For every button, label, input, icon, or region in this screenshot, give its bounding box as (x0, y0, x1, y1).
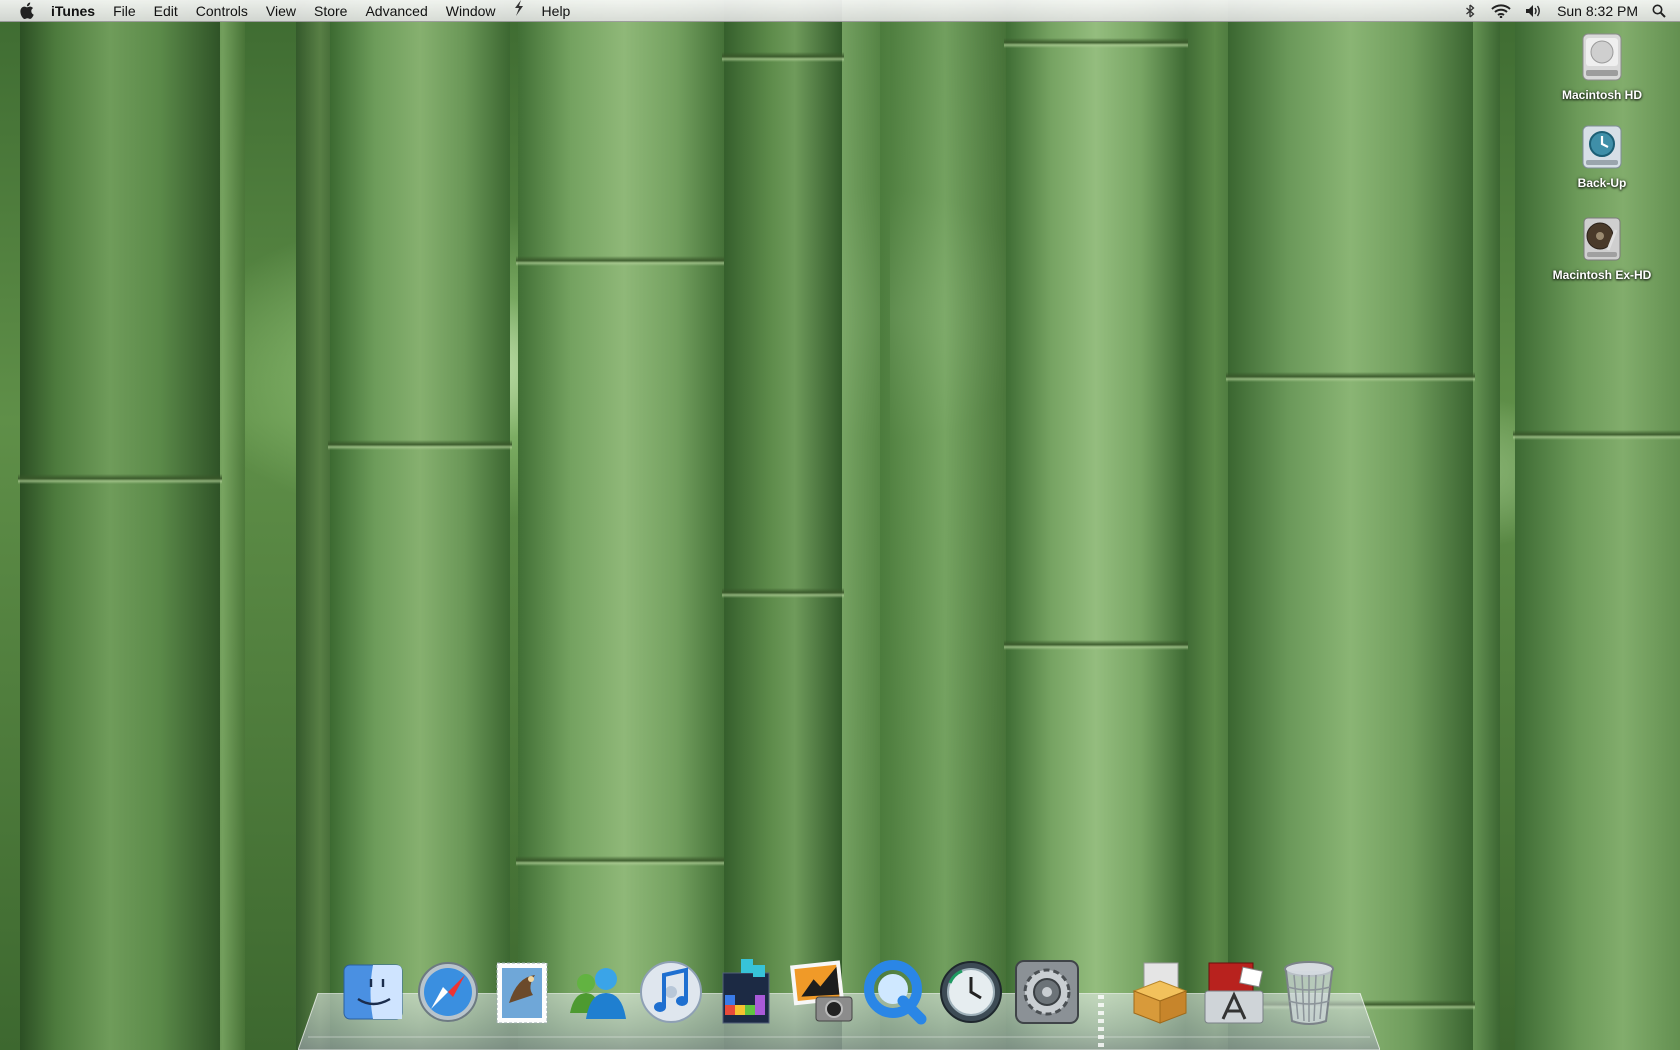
dock-item-trash[interactable] (1274, 955, 1344, 1027)
dock-item-packages-stack[interactable] (1124, 955, 1194, 1027)
menu-advanced[interactable]: Advanced (356, 0, 436, 22)
desktop-icon-label: Back-Up (1577, 176, 1627, 190)
dock-item-system-preferences[interactable] (1012, 955, 1082, 1027)
desktop-icon-label: Macintosh Ex-HD (1552, 268, 1652, 282)
menu-help[interactable]: Help (533, 0, 580, 22)
time-machine-drive-icon (1582, 125, 1622, 169)
iphoto-icon (790, 960, 853, 1022)
spotlight-search-icon[interactable] (1652, 4, 1666, 18)
packages-stack-icon (1132, 962, 1188, 1024)
bluetooth-status-icon[interactable] (1463, 4, 1477, 18)
menubar-clock[interactable]: Sun 8:32 PM (1557, 3, 1638, 19)
dock-item-tetris[interactable] (711, 955, 781, 1027)
dock-separator (1098, 995, 1104, 1047)
dock-item-messenger[interactable] (562, 955, 632, 1027)
hard-drive-icon (1582, 33, 1622, 81)
time-machine-icon (940, 961, 1002, 1023)
menu-file[interactable]: File (104, 0, 145, 22)
menu-controls[interactable]: Controls (187, 0, 257, 22)
tetris-icon (722, 959, 770, 1024)
dock-item-safari[interactable] (413, 955, 483, 1027)
menu-scripts[interactable] (505, 0, 533, 22)
dock-item-mail[interactable] (487, 955, 557, 1027)
dock-item-finder[interactable] (338, 955, 408, 1027)
dock-item-time-machine[interactable] (936, 955, 1006, 1027)
messenger-icon (570, 968, 626, 1019)
menu-bar: iTunes File Edit Controls View Store Adv… (0, 0, 1680, 22)
desktop-wallpaper (0, 0, 1680, 1050)
menu-edit[interactable]: Edit (145, 0, 187, 22)
wifi-status-icon[interactable] (1491, 3, 1511, 18)
dock-item-quicktime[interactable] (861, 955, 931, 1027)
volume-icon[interactable] (1525, 4, 1543, 18)
dock-item-itunes[interactable] (636, 955, 706, 1027)
menu-store[interactable]: Store (305, 0, 356, 22)
desktop-icon-macintosh-ex-hd[interactable]: Macintosh Ex-HD (1542, 214, 1662, 282)
finder-icon (343, 964, 403, 1020)
applications-stack-icon (1204, 962, 1264, 1024)
desktop-icon-back-up[interactable]: Back-Up (1542, 122, 1662, 190)
menu-window[interactable]: Window (437, 0, 505, 22)
safari-icon (418, 962, 478, 1022)
menu-app-itunes[interactable]: iTunes (42, 0, 104, 22)
dock-item-iphoto[interactable] (786, 955, 856, 1027)
trash-icon (1284, 961, 1334, 1025)
apple-menu-icon[interactable] (18, 0, 34, 22)
system-preferences-icon (1015, 960, 1079, 1024)
itunes-icon (640, 961, 702, 1023)
menu-view[interactable]: View (257, 0, 305, 22)
dock-item-applications-stack[interactable] (1199, 955, 1269, 1027)
external-hard-drive-icon (1583, 217, 1621, 261)
mail-icon (496, 962, 548, 1024)
script-icon (514, 0, 523, 16)
desktop-icon-macintosh-hd[interactable]: Macintosh HD (1542, 30, 1662, 102)
desktop-icon-label: Macintosh HD (1561, 88, 1642, 102)
quicktime-icon (864, 960, 927, 1025)
